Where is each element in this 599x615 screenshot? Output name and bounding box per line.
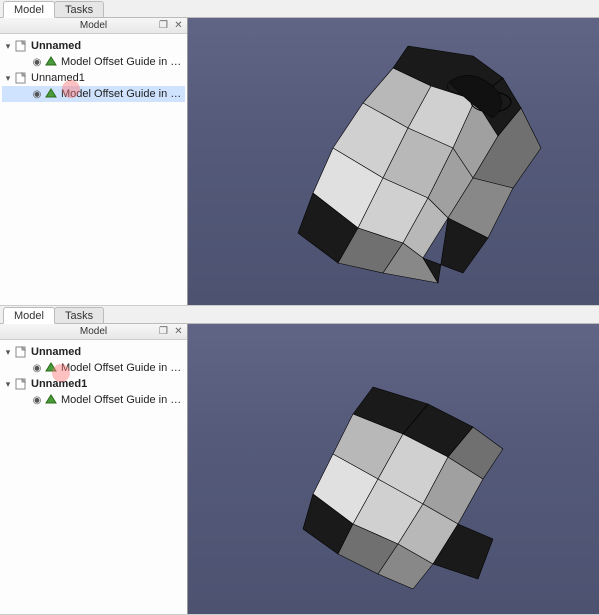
top-tabs: Model Tasks — [0, 306, 599, 324]
chevron-down-icon[interactable]: ▾ — [2, 74, 14, 83]
tree-item[interactable]: ◉ Model Offset Guide in FreeCAD_R2-Body — [2, 360, 185, 376]
mesh-model-render — [188, 18, 598, 305]
top-tabs: Model Tasks — [0, 0, 599, 18]
work-area: Model ❐ ✕ ▾ Unnamed ◉ — [0, 324, 599, 614]
panel-title: Model — [80, 326, 107, 337]
mesh-model-render — [188, 324, 598, 614]
tree-label: Model Offset Guide in FreeCAD_R2-Body_..… — [58, 88, 185, 100]
panel-close-icon[interactable]: ✕ — [172, 325, 185, 338]
side-panel: Model ❐ ✕ ▾ Unnamed ◉ — [0, 324, 188, 614]
tree-group-unnamed1[interactable]: ▾ Unnamed1 — [2, 70, 185, 86]
viewport-3d[interactable] — [188, 18, 599, 305]
panel-header: Model ❐ ✕ — [0, 324, 187, 340]
tree-label: Unnamed1 — [28, 378, 87, 390]
side-panel: Model ❐ ✕ ▾ Unnamed ◉ — [0, 18, 188, 305]
document-icon — [14, 378, 28, 390]
document-icon — [14, 40, 28, 52]
document-icon — [14, 346, 28, 358]
tree-group-unnamed[interactable]: ▾ Unnamed — [2, 344, 185, 360]
tree-label: Unnamed — [28, 40, 81, 52]
tree-label: Unnamed1 — [28, 72, 85, 84]
chevron-down-icon[interactable]: ▾ — [2, 42, 14, 51]
chevron-down-icon[interactable]: ▾ — [2, 380, 14, 389]
tree-group-unnamed[interactable]: ▾ Unnamed — [2, 38, 185, 54]
tab-tasks[interactable]: Tasks — [54, 307, 104, 323]
document-icon — [14, 72, 28, 84]
panel-close-icon[interactable]: ✕ — [172, 19, 185, 32]
tree-label: Model Offset Guide in FreeCAD_R2-Body_..… — [58, 394, 185, 406]
tab-model[interactable]: Model — [3, 307, 55, 324]
eye-icon[interactable]: ◉ — [30, 395, 44, 406]
panel-header: Model ❐ ✕ — [0, 18, 187, 34]
tree-label: Model Offset Guide in FreeCAD_R2-Body — [58, 362, 185, 374]
panel-float-icon[interactable]: ❐ — [157, 19, 170, 32]
tree-label: Unnamed — [28, 346, 81, 358]
mesh-icon — [44, 362, 58, 374]
chevron-down-icon[interactable]: ▾ — [2, 348, 14, 357]
model-tree: ▾ Unnamed ◉ Model Offset Guide in FreeCA… — [0, 34, 187, 106]
eye-icon[interactable]: ◉ — [30, 363, 44, 374]
app-instance-bottom: Model Tasks Model ❐ ✕ ▾ Unnamed — [0, 306, 599, 615]
tab-model[interactable]: Model — [3, 1, 55, 18]
panel-float-icon[interactable]: ❐ — [157, 325, 170, 338]
tree-item[interactable]: ◉ Model Offset Guide in FreeCAD_R2-Body — [2, 54, 185, 70]
tree-item-selected[interactable]: ◉ Model Offset Guide in FreeCAD_R2-Body_… — [2, 86, 185, 102]
model-tree: ▾ Unnamed ◉ Model Offset Guide in FreeCA… — [0, 340, 187, 412]
eye-icon[interactable]: ◉ — [30, 57, 44, 68]
eye-icon[interactable]: ◉ — [30, 89, 44, 100]
viewport-3d[interactable] — [188, 324, 599, 614]
tree-item[interactable]: ◉ Model Offset Guide in FreeCAD_R2-Body_… — [2, 392, 185, 408]
tree-group-unnamed1[interactable]: ▾ Unnamed1 — [2, 376, 185, 392]
tree-label: Model Offset Guide in FreeCAD_R2-Body — [58, 56, 185, 68]
mesh-icon — [44, 88, 58, 100]
mesh-icon — [44, 394, 58, 406]
panel-title: Model — [80, 20, 107, 31]
app-instance-top: Model Tasks Model ❐ ✕ ▾ Unnamed — [0, 0, 599, 306]
work-area: Model ❐ ✕ ▾ Unnamed ◉ — [0, 18, 599, 305]
mesh-icon — [44, 56, 58, 68]
tab-tasks[interactable]: Tasks — [54, 1, 104, 17]
